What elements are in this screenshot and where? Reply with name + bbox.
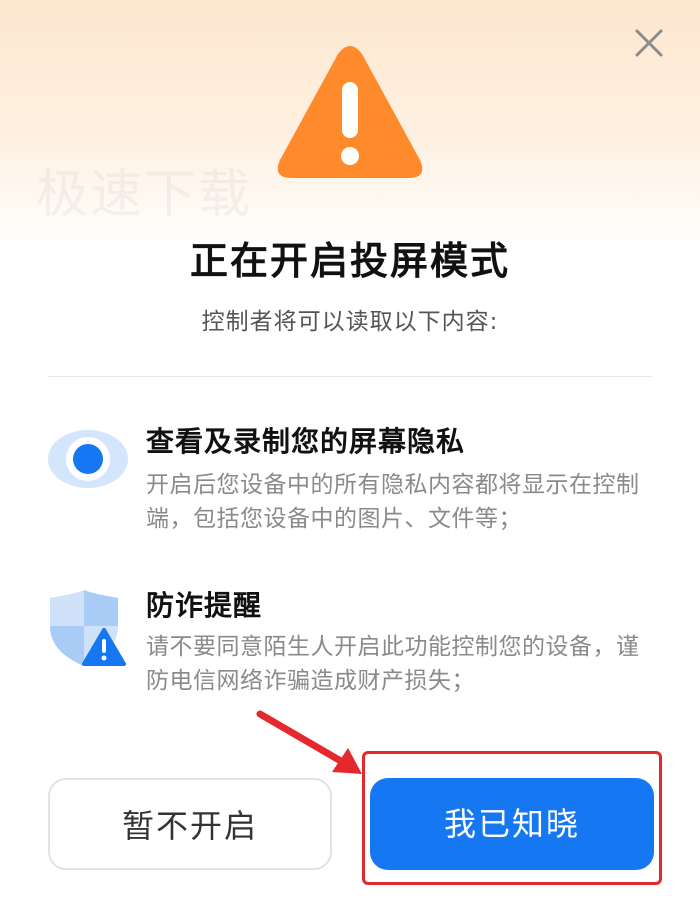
close-button[interactable] xyxy=(626,20,672,66)
permission-desc-fraud: 请不要同意陌生人开启此功能控制您的设备，谨防电信网络诈骗造成财产损失； xyxy=(146,634,640,694)
permission-title-screen: 查看及录制您的屏幕隐私 xyxy=(146,425,466,458)
dialog-title: 正在开启投屏模式 xyxy=(189,239,510,283)
watermark-text: 极速下载 xyxy=(36,165,253,225)
divider xyxy=(48,376,652,377)
confirm-button[interactable]: 我已知晓 xyxy=(370,778,654,870)
annotation-arrow-icon xyxy=(256,710,362,774)
permission-desc-screen: 开启后您设备中的所有隐私内容都将显示在控制端，包括您设备中的图片、文件等； xyxy=(146,472,640,532)
warning-triangle-icon xyxy=(277,46,423,178)
cancel-button[interactable]: 暂不开启 xyxy=(48,778,332,870)
close-icon xyxy=(635,29,663,57)
eye-icon xyxy=(48,430,128,488)
dialog-subtitle: 控制者将可以读取以下内容: xyxy=(201,309,499,335)
permission-title-fraud: 防诈提醒 xyxy=(146,589,263,622)
shield-warning-icon xyxy=(50,590,126,666)
screen-cast-dialog: 极速下载 正在开启投屏模式 控制者将可以读取以下内容: 查看及录制您的屏幕隐私 … xyxy=(0,0,700,901)
